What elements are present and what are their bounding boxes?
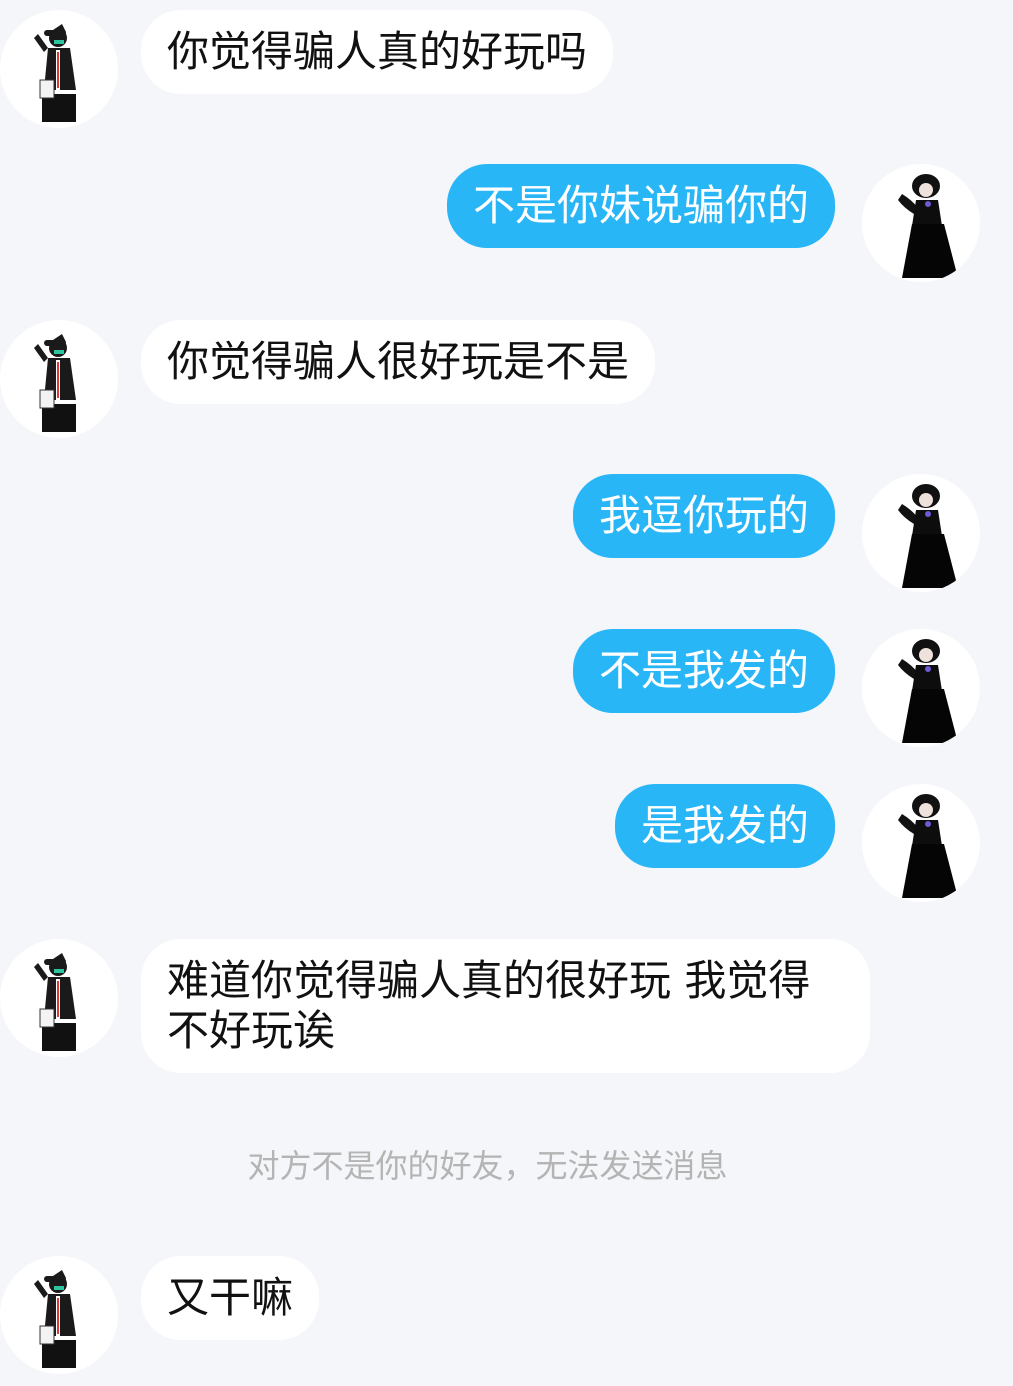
my-avatar[interactable] [862,784,980,902]
black-dress-avatar-icon [898,639,958,743]
message-bubble[interactable]: 你觉得骗人真的好玩吗 [141,10,614,94]
contact-avatar[interactable] [0,939,118,1057]
my-avatar[interactable] [862,164,980,282]
message-bubble[interactable]: 又干嘛 [141,1256,320,1340]
my-avatar[interactable] [862,474,980,592]
black-dress-avatar-icon [898,484,958,588]
contact-avatar[interactable] [0,1256,118,1374]
contact-avatar[interactable] [0,10,118,128]
hat-girl-avatar-icon [34,1270,76,1368]
message-bubble[interactable]: 我逗你玩的 [572,474,835,558]
hat-girl-avatar-icon [34,953,76,1051]
my-avatar[interactable] [862,629,980,747]
message-bubble[interactable]: 难道你觉得骗人真的很好玩 我觉得不好玩诶 [141,939,870,1073]
message-bubble[interactable]: 不是你妹说骗你的 [446,164,835,248]
black-dress-avatar-icon [898,174,958,278]
message-bubble[interactable]: 不是我发的 [572,629,835,713]
chat-window: 你觉得骗人真的好玩吗 不是你妹说骗你的 你觉得骗人很好玩是不是 我逗你玩的 不是… [0,0,1013,1386]
system-notice: 对方不是你的好友，无法发送消息 [247,1147,728,1185]
message-bubble[interactable]: 是我发的 [614,784,835,868]
hat-girl-avatar-icon [34,24,76,122]
hat-girl-avatar-icon [34,334,76,432]
contact-avatar[interactable] [0,320,118,438]
black-dress-avatar-icon [898,794,958,898]
message-bubble[interactable]: 你觉得骗人很好玩是不是 [141,320,656,404]
